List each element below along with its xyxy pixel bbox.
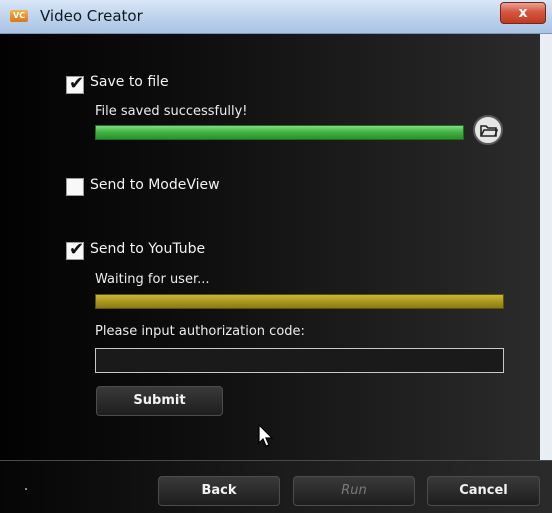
run-button[interactable]: Run (293, 476, 415, 506)
youtube-progress-bar (95, 294, 504, 309)
video-creator-window: VC Video Creator x ✔ Save to file File s… (0, 0, 552, 513)
checkmark-icon: ✔ (69, 239, 85, 260)
window-border (540, 34, 552, 513)
folder-open-icon (480, 125, 498, 137)
youtube-status-text: Waiting for user... (95, 272, 210, 287)
auth-code-input[interactable] (95, 348, 504, 373)
save-to-file-label: Save to file (90, 74, 169, 90)
send-to-youtube-label: Send to YouTube (90, 241, 206, 257)
back-button[interactable]: Back (158, 476, 280, 506)
close-button[interactable]: x (500, 2, 546, 24)
app-icon: VC (10, 10, 28, 22)
save-to-file-checkbox[interactable]: ✔ (66, 73, 85, 94)
auth-code-label: Please input authorization code: (95, 324, 305, 339)
mouse-cursor-icon (258, 424, 274, 447)
send-to-youtube-checkbox[interactable]: ✔ (66, 239, 85, 260)
submit-button[interactable]: Submit (96, 386, 223, 416)
title-bar[interactable]: VC Video Creator x (0, 0, 552, 34)
close-icon: x (518, 5, 528, 21)
checkmark-icon: ✔ (69, 73, 85, 94)
save-status-text: File saved successfully! (95, 104, 248, 119)
window-title: Video Creator (40, 7, 143, 25)
cancel-button[interactable]: Cancel (427, 476, 540, 506)
browse-folder-button[interactable] (473, 115, 503, 145)
send-to-modeview-checkbox[interactable] (66, 178, 84, 196)
status-dot (25, 488, 27, 490)
save-progress-bar (95, 125, 464, 140)
send-to-modeview-label: Send to ModeView (90, 177, 220, 193)
